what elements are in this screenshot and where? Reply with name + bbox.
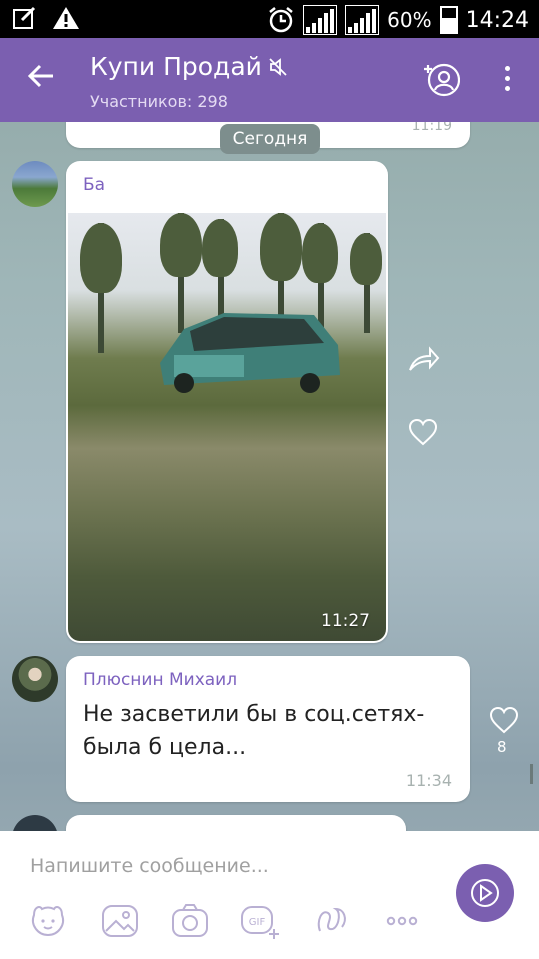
like-icon[interactable] bbox=[408, 418, 438, 446]
sticker-icon[interactable] bbox=[28, 901, 68, 941]
date-separator: Сегодня bbox=[220, 124, 320, 154]
back-arrow-icon[interactable] bbox=[26, 60, 56, 100]
status-bar: 60% 14:24 bbox=[0, 0, 539, 38]
battery-icon bbox=[439, 6, 458, 34]
image-message[interactable]: Ба 11:27 bbox=[66, 161, 388, 643]
camera-icon[interactable] bbox=[170, 901, 210, 941]
alarm-icon bbox=[269, 7, 293, 33]
sender-name[interactable]: Плюснин Михаил bbox=[83, 670, 237, 690]
like-count: 8 bbox=[497, 738, 507, 756]
chat-title-text: Купи Продай bbox=[90, 52, 262, 81]
avatar[interactable] bbox=[12, 161, 58, 207]
chat-title[interactable]: Купи Продай bbox=[90, 52, 288, 81]
message-input[interactable]: Напишите сообщение... bbox=[30, 855, 269, 877]
svg-text:GIF: GIF bbox=[249, 917, 266, 928]
edit-icon bbox=[13, 6, 36, 29]
text-message[interactable]: Плюснин Михаил Не засветили бы в соц.сет… bbox=[66, 656, 470, 802]
more-options-icon[interactable] bbox=[382, 901, 422, 941]
send-icon bbox=[471, 879, 499, 907]
signal-icon bbox=[303, 5, 338, 35]
more-menu-icon[interactable] bbox=[498, 66, 516, 96]
gallery-icon[interactable] bbox=[100, 901, 140, 941]
like-icon[interactable] bbox=[488, 706, 520, 734]
message-photo[interactable]: 11:27 bbox=[68, 213, 386, 641]
composer-toolbar: GIF bbox=[0, 901, 440, 945]
chat-header: Купи Продай Участников: 298 bbox=[0, 38, 539, 122]
avatar[interactable] bbox=[12, 656, 58, 702]
signal-icon-2 bbox=[345, 5, 380, 35]
message-time: 11:34 bbox=[405, 771, 452, 790]
send-button[interactable] bbox=[456, 864, 514, 922]
message-text: Не засветили бы в соц.сетях-была б цела.… bbox=[83, 702, 425, 760]
share-icon[interactable] bbox=[408, 346, 440, 374]
muted-icon bbox=[269, 57, 287, 76]
message-time: 11:27 bbox=[321, 611, 370, 631]
warning-icon bbox=[53, 7, 79, 29]
car-image bbox=[160, 313, 340, 393]
battery-percent: 60% bbox=[387, 8, 432, 32]
participants-count: Участников: 298 bbox=[90, 92, 228, 111]
doodle-icon[interactable] bbox=[312, 901, 352, 941]
scroll-indicator[interactable] bbox=[530, 764, 533, 784]
composer: Напишите сообщение... GIF bbox=[0, 831, 539, 959]
sender-name[interactable]: Ба bbox=[83, 175, 105, 195]
gif-icon[interactable]: GIF bbox=[240, 901, 280, 941]
add-participant-icon[interactable] bbox=[424, 62, 460, 98]
clock: 14:24 bbox=[465, 7, 529, 33]
